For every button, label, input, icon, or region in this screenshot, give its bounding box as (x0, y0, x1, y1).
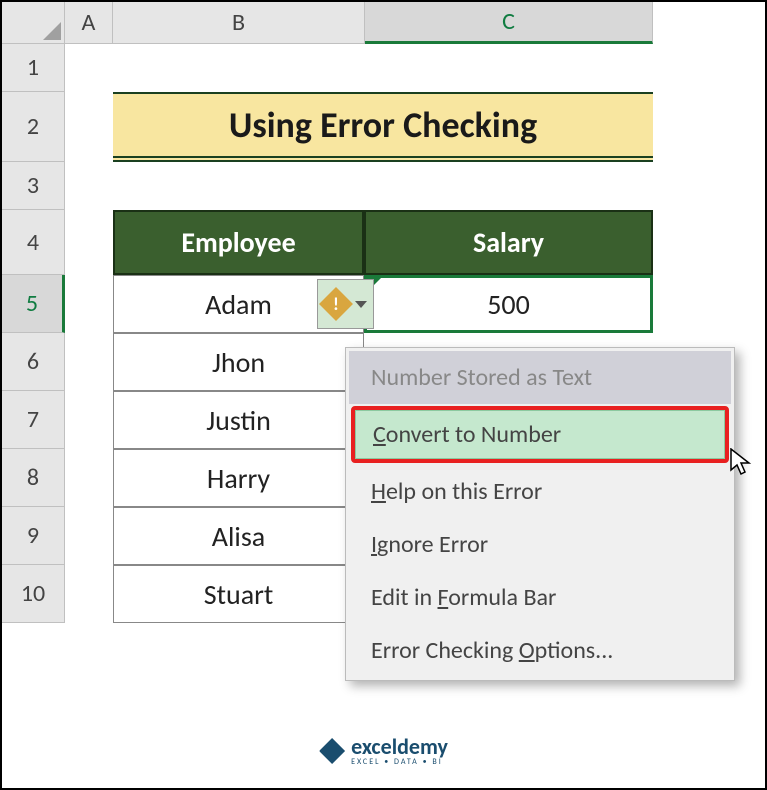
menu-edit-formula-bar[interactable]: Edit in Formula Bar (349, 571, 731, 624)
cell-area: Using Error Checking Employee Salary Ada… (65, 44, 765, 788)
cell-b8[interactable]: Harry (113, 449, 364, 507)
row-header-5[interactable]: 5 (2, 275, 65, 333)
watermark: exceldemy EXCEL • DATA • BI (319, 736, 448, 766)
row-header-8[interactable]: 8 (2, 449, 65, 507)
warning-diamond-icon: ! (319, 287, 353, 321)
menu-convert-label: onvert to Number (386, 420, 561, 449)
cell-b6[interactable]: Jhon (113, 333, 364, 391)
column-header-b[interactable]: B (113, 2, 365, 44)
brand-tagline: EXCEL • DATA • BI (351, 758, 448, 766)
brand-name: exceldemy (351, 736, 448, 758)
error-smart-tag-button[interactable]: ! (317, 279, 374, 329)
error-context-menu: Number Stored as Text Convert to Number … (345, 347, 735, 681)
select-all-triangle-icon (43, 22, 61, 40)
exclamation-icon: ! (333, 293, 339, 315)
row-header-7[interactable]: 7 (2, 391, 65, 449)
menu-ignore-error[interactable]: Ignore Error (349, 518, 731, 571)
menu-help-on-error[interactable]: Help on this Error (349, 465, 731, 518)
table-header-employee[interactable]: Employee (113, 210, 364, 275)
row-header-2[interactable]: 2 (2, 92, 65, 162)
brand-logo-icon (319, 738, 345, 764)
row-header-1[interactable]: 1 (2, 44, 65, 92)
column-header-c[interactable]: C (365, 2, 653, 44)
cell-b7[interactable]: Justin (113, 391, 364, 449)
title-banner[interactable]: Using Error Checking (113, 92, 653, 162)
mouse-cursor-icon (730, 448, 752, 483)
menu-error-checking-options[interactable]: Error Checking Options... (349, 624, 731, 677)
column-header-a[interactable]: A (65, 2, 113, 44)
cell-c5-active[interactable]: 500 (364, 275, 653, 333)
table-header-salary[interactable]: Salary (364, 210, 653, 275)
row-header-4[interactable]: 4 (2, 210, 65, 275)
row-header-10[interactable]: 10 (2, 565, 65, 623)
cell-b9[interactable]: Alisa (113, 507, 364, 565)
spreadsheet-grid: A B C 1 2 3 4 5 6 7 8 9 10 Using Error C… (2, 2, 765, 788)
menu-error-title: Number Stored as Text (349, 351, 731, 404)
cell-b10[interactable]: Stuart (113, 565, 364, 623)
row-header-6[interactable]: 6 (2, 333, 65, 391)
row-header-3[interactable]: 3 (2, 162, 65, 210)
select-all-corner[interactable] (2, 2, 65, 44)
dropdown-arrow-icon (355, 301, 367, 308)
menu-convert-to-number[interactable]: Convert to Number (351, 406, 729, 463)
cell-c5-value: 500 (487, 287, 530, 322)
row-header-9[interactable]: 9 (2, 507, 65, 565)
